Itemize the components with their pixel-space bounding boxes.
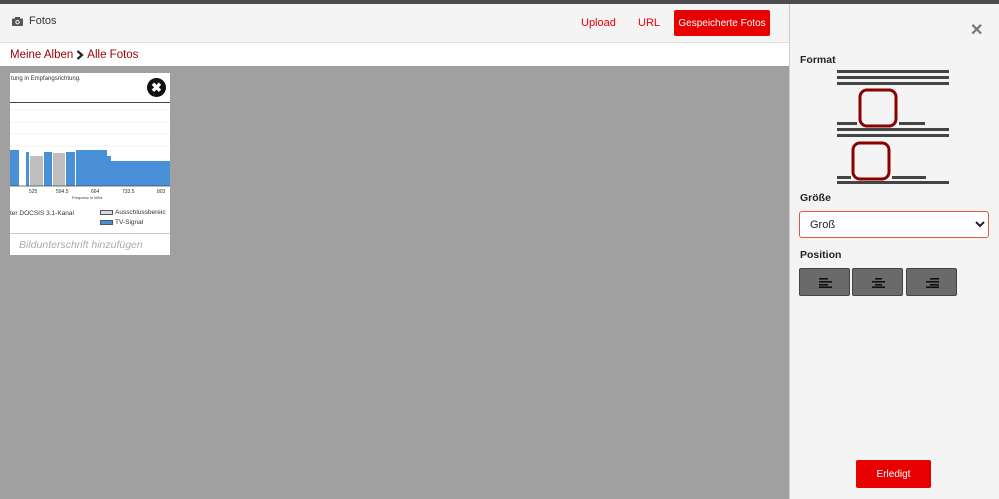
size-select[interactable]: Groß: [799, 211, 989, 238]
legend-tv-label: TV-Signal: [115, 219, 144, 226]
legend-exclusion-label: Ausschlussbereic: [115, 209, 166, 216]
breadcrumb: Meine Alben Alle Fotos: [10, 49, 138, 61]
settings-panel: ✕ Format Größe Groß Position Erledigt: [789, 4, 999, 499]
breadcrumb-all-photos[interactable]: Alle Fotos: [87, 49, 138, 61]
legend-docsis: ter DOCSIS 3.1-Kanal: [10, 210, 74, 217]
url-link[interactable]: URL: [638, 17, 660, 29]
photo-card[interactable]: tung in Empfangsrichtung. ✖ 525 594.5 66…: [10, 73, 170, 255]
size-heading: Größe: [800, 192, 831, 204]
legend-tv: TV-Signal: [100, 219, 143, 226]
close-circle-icon[interactable]: ✖: [147, 78, 166, 97]
photo-gallery: tung in Empfangsrichtung. ✖ 525 594.5 66…: [0, 66, 789, 499]
photo-picker-main: Fotos Upload URL Gespeicherte Fotos Mein…: [0, 4, 789, 499]
align-left-icon: [819, 278, 832, 288]
x-tick-label: 733.5: [122, 189, 135, 195]
photo-chart-image: 525 594.5 664 733.5 803 Frequenz in MHz: [10, 109, 170, 200]
caption-input[interactable]: Bildunterschrift hinzufügen: [10, 233, 170, 255]
camera-icon: [12, 16, 23, 26]
done-button[interactable]: Erledigt: [856, 460, 931, 488]
saved-photos-button[interactable]: Gespeicherte Fotos: [674, 10, 770, 36]
legend-swatch: [100, 210, 113, 215]
header-bar: Fotos Upload URL Gespeicherte Fotos: [0, 4, 789, 43]
position-heading: Position: [800, 249, 842, 261]
chevron-right-icon: [77, 50, 84, 60]
x-axis-label: Frequenz in MHz: [72, 195, 102, 200]
align-center-icon: [872, 278, 885, 288]
format-preview: [837, 70, 949, 184]
align-left-button[interactable]: [799, 268, 850, 296]
photo-header-text: tung in Empfangsrichtung.: [10, 73, 170, 103]
x-tick-label: 594.5: [56, 189, 69, 195]
x-tick-label: 803: [157, 189, 166, 195]
upload-link[interactable]: Upload: [581, 17, 616, 29]
x-tick-label: 525: [29, 189, 38, 195]
header-title: Fotos: [12, 15, 57, 27]
format-heading: Format: [800, 54, 836, 66]
header-title-text: Fotos: [29, 15, 57, 27]
close-icon[interactable]: ✕: [970, 20, 983, 40]
legend-exclusion: Ausschlussbereic: [100, 209, 166, 216]
align-right-icon: [926, 278, 939, 288]
align-center-button[interactable]: [852, 268, 903, 296]
legend-swatch: [100, 220, 113, 225]
align-right-button[interactable]: [906, 268, 957, 296]
breadcrumb-my-albums[interactable]: Meine Alben: [10, 49, 73, 61]
